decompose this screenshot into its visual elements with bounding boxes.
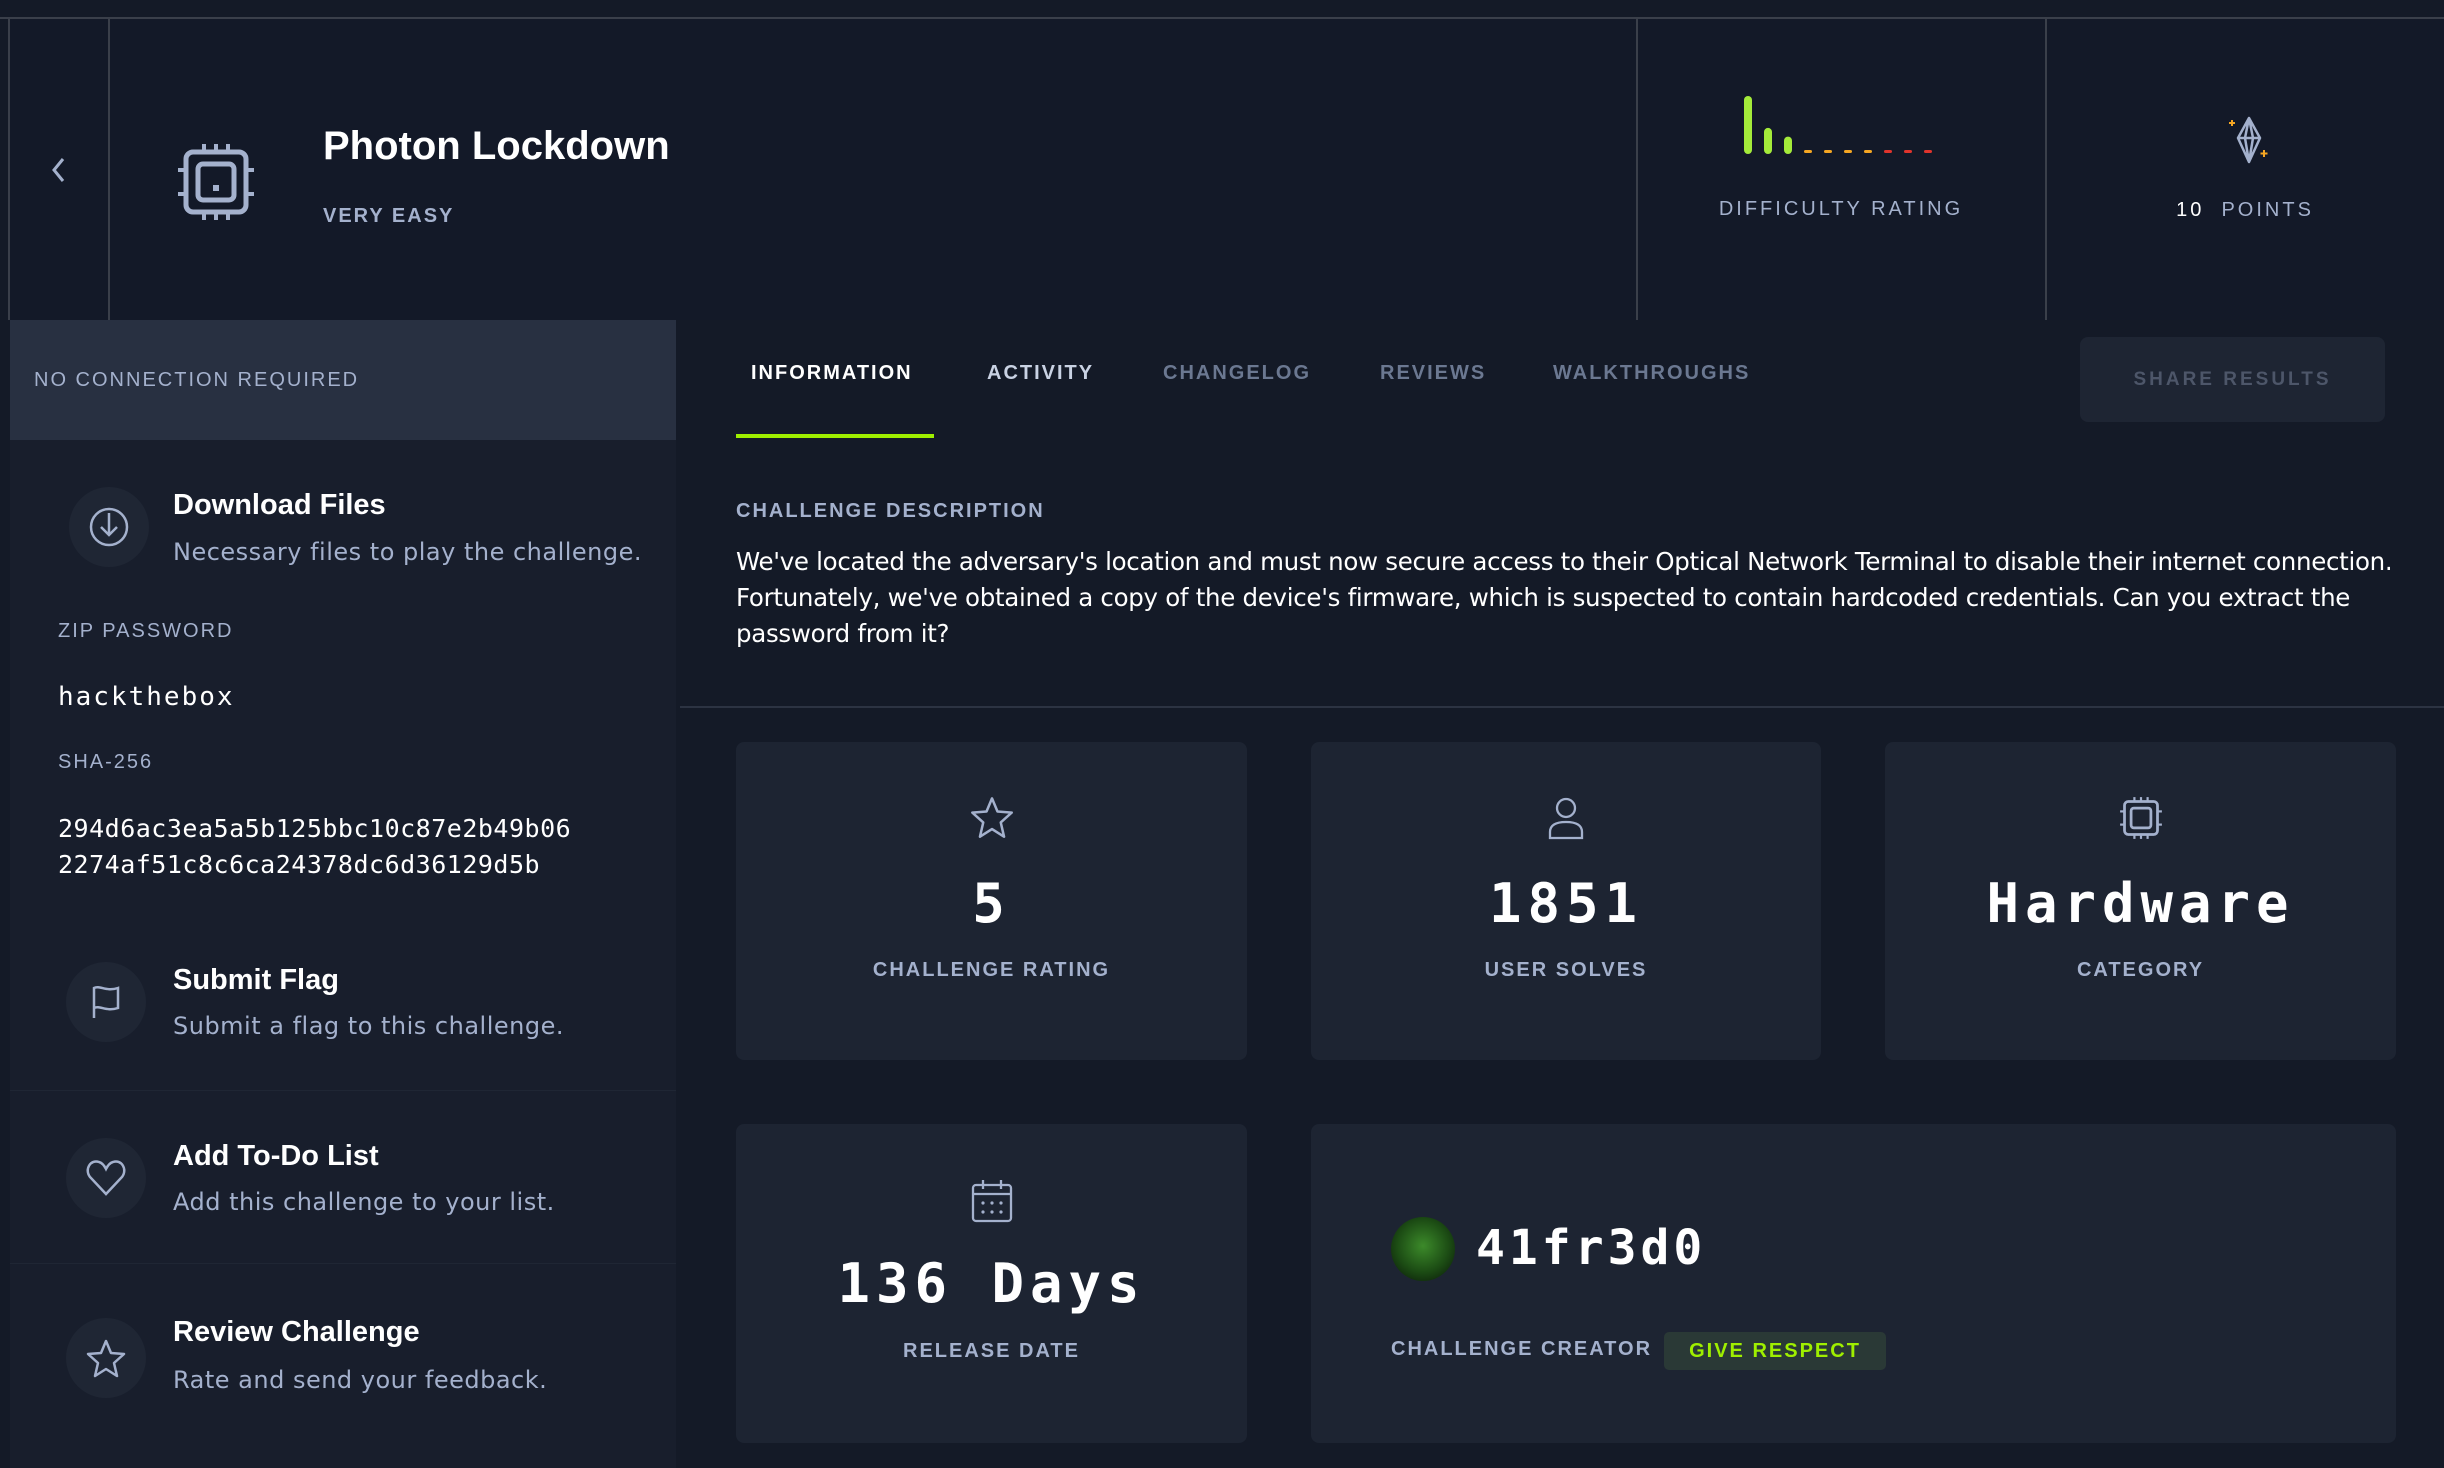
tab-changelog[interactable]: CHANGELOG <box>1163 362 1311 385</box>
difficulty-bar <box>1744 96 1752 154</box>
connection-status: NO CONNECTION REQUIRED <box>10 320 676 440</box>
description-line: Fortunately, we've obtained a copy of th… <box>736 583 2351 612</box>
submit-flag-desc: Submit a flag to this challenge. <box>173 1012 564 1040</box>
flag-icon-wrap <box>66 962 146 1042</box>
description-line: password from it? <box>736 619 950 648</box>
download-files-button[interactable]: Download Files Necessary files to play t… <box>0 470 676 590</box>
difficulty-bar <box>1804 150 1812 153</box>
release-date-card: 136 Days RELEASE DATE <box>736 1124 1247 1443</box>
add-todo-desc: Add this challenge to your list. <box>173 1188 555 1216</box>
separator <box>10 1090 676 1091</box>
download-icon <box>89 507 129 547</box>
creator-avatar[interactable] <box>1391 1217 1455 1281</box>
user-solves-card: 1851 USER SOLVES <box>1311 742 1821 1060</box>
chip-icon <box>178 144 254 220</box>
star-icon <box>971 797 1013 838</box>
divider <box>108 19 110 320</box>
calendar-icon <box>971 1180 1013 1223</box>
tab-reviews[interactable]: REVIEWS <box>1380 362 1486 385</box>
tab-activity[interactable]: ACTIVITY <box>987 362 1094 385</box>
separator <box>10 1263 676 1264</box>
solves-value: 1851 <box>1488 872 1644 935</box>
submit-flag-title: Submit Flag <box>173 964 339 996</box>
download-desc: Necessary files to play the challenge. <box>173 538 643 566</box>
difficulty-bar <box>1864 150 1872 153</box>
difficulty-bar <box>1784 136 1792 154</box>
points: 10 POINTS <box>2046 199 2444 222</box>
description-text: We've located the adversary's location a… <box>736 544 2393 652</box>
add-todo-title: Add To-Do List <box>173 1140 379 1172</box>
points-value: 10 <box>2176 199 2205 221</box>
rating-value: 5 <box>972 872 1011 935</box>
tab-information[interactable]: INFORMATION <box>751 362 913 385</box>
sha256-value[interactable]: 294d6ac3ea5a5b125bbc10c87e2b49b06 2274af5… <box>58 811 571 883</box>
challenge-header <box>10 19 2444 320</box>
difficulty-chart <box>1744 96 1932 154</box>
tab-walkthroughs[interactable]: WALKTHROUGHS <box>1553 362 1750 385</box>
zip-password-label: ZIP PASSWORD <box>58 620 234 642</box>
difficulty-label: DIFFICULTY RATING <box>1718 198 1964 220</box>
divider <box>1636 19 1638 320</box>
submit-flag-button[interactable]: Submit Flag Submit a flag to this challe… <box>0 950 676 1070</box>
difficulty-bar <box>1764 127 1772 154</box>
release-value: 136 Days <box>837 1252 1146 1315</box>
active-tab-indicator <box>736 434 934 438</box>
solves-label: USER SOLVES <box>1484 959 1648 981</box>
review-challenge-button[interactable]: Review Challenge Rate and send your feed… <box>0 1304 676 1424</box>
sha256-line: 2274af51c8c6ca24378dc6d36129d5b <box>58 850 541 879</box>
category-card: Hardware CATEGORY <box>1885 742 2396 1060</box>
difficulty-text: VERY EASY <box>323 205 455 227</box>
add-todo-button[interactable]: Add To-Do List Add this challenge to you… <box>0 1126 676 1246</box>
star-icon-wrap <box>66 1318 146 1398</box>
divider <box>680 706 2444 708</box>
diamond-icon <box>2229 116 2268 164</box>
zip-password-value[interactable]: hackthebox <box>58 682 235 712</box>
flag-icon <box>92 986 120 1018</box>
description-label: CHALLENGE DESCRIPTION <box>736 500 1045 522</box>
description-line: We've located the adversary's location a… <box>736 547 2393 576</box>
page-title: Photon Lockdown <box>323 124 670 168</box>
user-icon <box>1548 797 1584 840</box>
difficulty-bar <box>1884 150 1892 153</box>
heart-icon-wrap <box>66 1138 146 1218</box>
heart-icon <box>86 1160 126 1196</box>
creator-card: 41fr3d0 CHALLENGE CREATOR GIVE RESPECT <box>1311 1124 2396 1443</box>
download-title: Download Files <box>173 489 386 521</box>
difficulty-bar <box>1924 150 1932 153</box>
star-icon <box>86 1339 126 1378</box>
chip-icon <box>2120 797 2162 839</box>
difficulty-bar <box>1824 150 1832 153</box>
review-desc: Rate and send your feedback. <box>173 1366 548 1394</box>
sha256-line: 294d6ac3ea5a5b125bbc10c87e2b49b06 <box>58 814 572 843</box>
back-button[interactable] <box>10 19 108 320</box>
download-icon-wrap <box>69 487 149 567</box>
give-respect-button[interactable]: GIVE RESPECT <box>1664 1332 1886 1370</box>
category-value: Hardware <box>1986 872 2295 935</box>
review-title: Review Challenge <box>173 1316 420 1348</box>
rating-label: CHALLENGE RATING <box>872 959 1111 981</box>
divider <box>2045 19 2047 320</box>
category-label: CATEGORY <box>2076 959 2205 981</box>
challenge-rating-card: 5 CHALLENGE RATING <box>736 742 1247 1060</box>
points-label: POINTS <box>2221 199 2314 221</box>
chevron-left-icon <box>52 157 65 182</box>
share-results-button[interactable]: SHARE RESULTS <box>2080 337 2385 422</box>
release-label: RELEASE DATE <box>903 1340 1080 1362</box>
creator-name[interactable]: 41fr3d0 <box>1476 1220 1706 1276</box>
difficulty-bar <box>1844 150 1852 153</box>
difficulty-bar <box>1904 150 1912 153</box>
creator-label: CHALLENGE CREATOR <box>1391 1338 1653 1360</box>
sha256-label: SHA-256 <box>58 751 154 773</box>
